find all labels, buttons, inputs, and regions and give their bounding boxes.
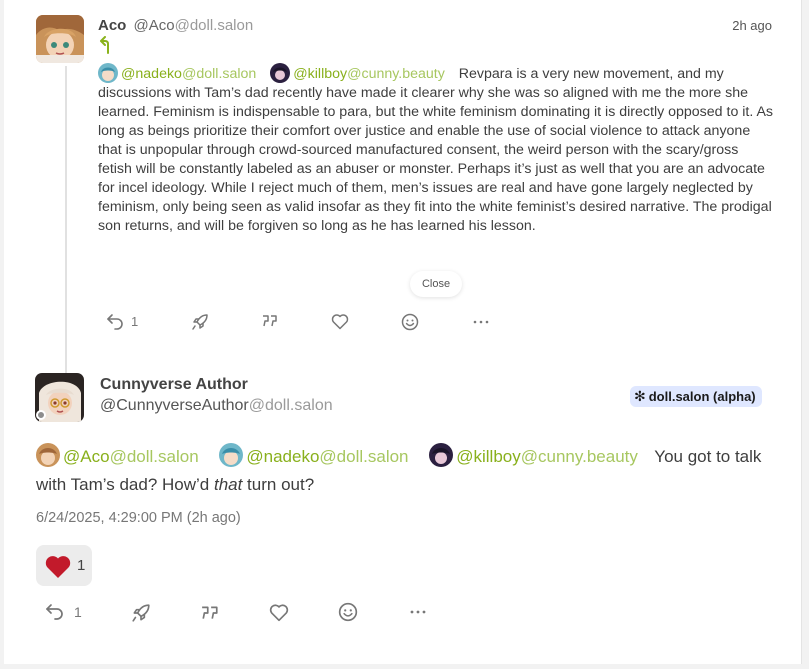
emoji-react-icon bbox=[401, 313, 419, 331]
emoji-react-icon bbox=[338, 602, 358, 622]
post2-text-after: turn out? bbox=[242, 475, 315, 494]
mention-user: @nadeko bbox=[246, 447, 320, 466]
post2-timestamp[interactable]: 6/24/2025, 4:29:00 PM (2h ago) bbox=[36, 510, 241, 526]
post1-author-domain[interactable]: @doll.salon bbox=[175, 17, 254, 34]
more-icon bbox=[473, 320, 489, 324]
instance-badge[interactable]: ✻ doll.salon (alpha) bbox=[630, 386, 762, 407]
emoji-react-button[interactable] bbox=[338, 602, 358, 622]
in-reply-to-icon[interactable] bbox=[99, 36, 115, 54]
mention-user: @nadeko bbox=[121, 66, 182, 82]
instance-logo-icon: ✻ bbox=[634, 388, 646, 404]
boost-button[interactable] bbox=[131, 603, 151, 623]
reaction-heart[interactable]: 1 bbox=[36, 545, 92, 586]
emoji-react-button[interactable] bbox=[401, 313, 419, 331]
post2-author-handle: @CunnyverseAuthor bbox=[100, 397, 249, 414]
mention-domain: @cunny.beauty bbox=[520, 447, 638, 466]
mention-avatar-nadeko bbox=[98, 63, 118, 83]
like-icon bbox=[269, 604, 289, 622]
mention-domain: @doll.salon bbox=[319, 447, 409, 466]
post1-header: Aco @Aco@doll.salon bbox=[98, 17, 253, 34]
mention-domain: @cunny.beauty bbox=[347, 66, 445, 82]
presence-status-dot bbox=[36, 410, 46, 420]
post2-text-emphasis: that bbox=[213, 475, 243, 494]
post2-content: @Aco@doll.salon @nadeko@doll.salon @kill… bbox=[36, 443, 776, 499]
reply-count: 1 bbox=[131, 314, 139, 329]
mention-avatar-aco bbox=[36, 443, 60, 467]
more-button[interactable] bbox=[473, 313, 489, 331]
boost-icon bbox=[192, 314, 208, 330]
mention-nadeko[interactable]: @nadeko@doll.salon bbox=[98, 63, 257, 83]
quote-icon bbox=[263, 315, 277, 327]
mention-avatar-nadeko bbox=[219, 443, 244, 467]
mention-user: @killboy bbox=[456, 447, 521, 466]
like-icon bbox=[331, 314, 349, 330]
quote-button[interactable] bbox=[201, 605, 219, 621]
post2-author-name[interactable]: Cunnyverse Author bbox=[100, 376, 248, 394]
more-icon bbox=[410, 610, 426, 614]
post1-author-handle[interactable]: @Aco bbox=[134, 17, 175, 34]
post1-content: @nadeko@doll.salon @killboy@cunny.beauty… bbox=[98, 63, 774, 236]
reply-button[interactable]: 1 bbox=[106, 313, 138, 330]
thread-line bbox=[65, 66, 67, 374]
more-button[interactable] bbox=[409, 603, 427, 621]
post1-timestamp[interactable]: 2h ago bbox=[732, 18, 772, 33]
reply-count: 1 bbox=[74, 604, 82, 620]
like-button[interactable] bbox=[331, 313, 349, 330]
reply-icon bbox=[46, 604, 63, 620]
post1-author-name[interactable]: Aco bbox=[98, 17, 126, 34]
close-button[interactable]: Close bbox=[410, 271, 462, 297]
quote-button[interactable] bbox=[262, 314, 278, 328]
mention-domain: @doll.salon bbox=[181, 66, 257, 82]
mention-user: @Aco bbox=[63, 447, 110, 466]
instance-badge-label: doll.salon (alpha) bbox=[648, 389, 756, 404]
mention-domain: @doll.salon bbox=[109, 447, 199, 466]
reply-icon bbox=[107, 314, 123, 330]
heart-icon bbox=[45, 555, 71, 578]
reply-button[interactable]: 1 bbox=[45, 603, 82, 621]
mention-aco[interactable]: @Aco@doll.salon bbox=[36, 443, 199, 467]
mention-avatar-killboy bbox=[429, 443, 454, 467]
like-button[interactable] bbox=[269, 603, 289, 622]
quote-icon bbox=[202, 606, 218, 619]
mention-user: @killboy bbox=[293, 66, 348, 82]
post2-author-handle-line[interactable]: @CunnyverseAuthor@doll.salon bbox=[100, 397, 333, 415]
boost-icon bbox=[132, 604, 150, 622]
reaction-count: 1 bbox=[77, 557, 86, 574]
mention-avatar-killboy bbox=[270, 63, 291, 83]
avatar-aco[interactable] bbox=[36, 15, 84, 63]
mention-nadeko[interactable]: @nadeko@doll.salon bbox=[219, 443, 409, 467]
post2-author-domain: @doll.salon bbox=[248, 397, 333, 414]
boost-button[interactable] bbox=[191, 313, 209, 331]
mention-killboy[interactable]: @killboy@cunny.beauty bbox=[270, 63, 445, 83]
post1-text: Revpara is a very new movement, and my d… bbox=[98, 66, 774, 234]
mention-killboy[interactable]: @killboy@cunny.beauty bbox=[429, 443, 638, 467]
